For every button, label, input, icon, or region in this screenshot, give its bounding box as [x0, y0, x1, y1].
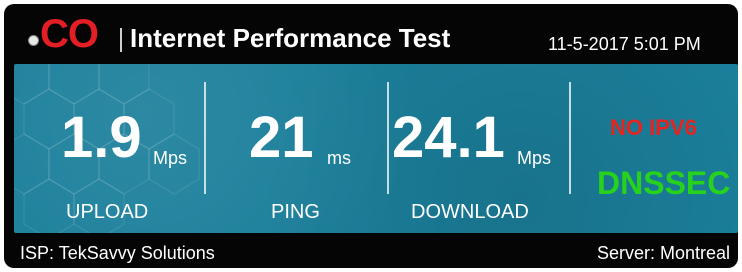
widget-title: Internet Performance Test [130, 23, 451, 53]
ipv6-status: NO IPV6 [610, 115, 697, 140]
isp-info: ISP: TekSavvy Solutions [20, 243, 215, 263]
divider-download-status [569, 82, 571, 194]
results-panel: 1.9 Mps UPLOAD 21 ms PING 24.1 Mps DOWNL… [14, 64, 738, 233]
download-label: DOWNLOAD [411, 201, 529, 223]
widget-header: CO Internet Performance Test 11-5-2017 5… [4, 4, 738, 64]
download-value: 24.1 [392, 105, 505, 170]
upload-label: UPLOAD [66, 201, 149, 223]
test-datetime: 11-5-2017 5:01 PM [548, 34, 701, 54]
brand-logo: CO [24, 12, 99, 56]
ping-value: 21 [249, 105, 314, 170]
dnssec-status: DNSSEC [597, 165, 731, 201]
brand-logo-text: CO [40, 12, 99, 56]
upload-value: 1.9 [61, 105, 142, 170]
ping-unit: ms [327, 148, 351, 168]
logo-dot-icon [24, 14, 40, 54]
speed-test-widget: CO Internet Performance Test 11-5-2017 5… [4, 4, 738, 268]
upload-unit: Mps [153, 148, 188, 168]
header-separator [120, 28, 122, 52]
download-unit: Mps [517, 148, 552, 168]
ping-label: PING [271, 201, 320, 223]
upload-metric: 1.9 Mps UPLOAD [14, 64, 204, 233]
server-info: Server: Montreal [596, 243, 730, 263]
download-metric: 24.1 Mps DOWNLOAD [389, 64, 569, 233]
ping-metric: 21 ms PING [206, 64, 387, 233]
widget-footer: ISP: TekSavvy Solutions Server: Montreal [4, 233, 738, 268]
